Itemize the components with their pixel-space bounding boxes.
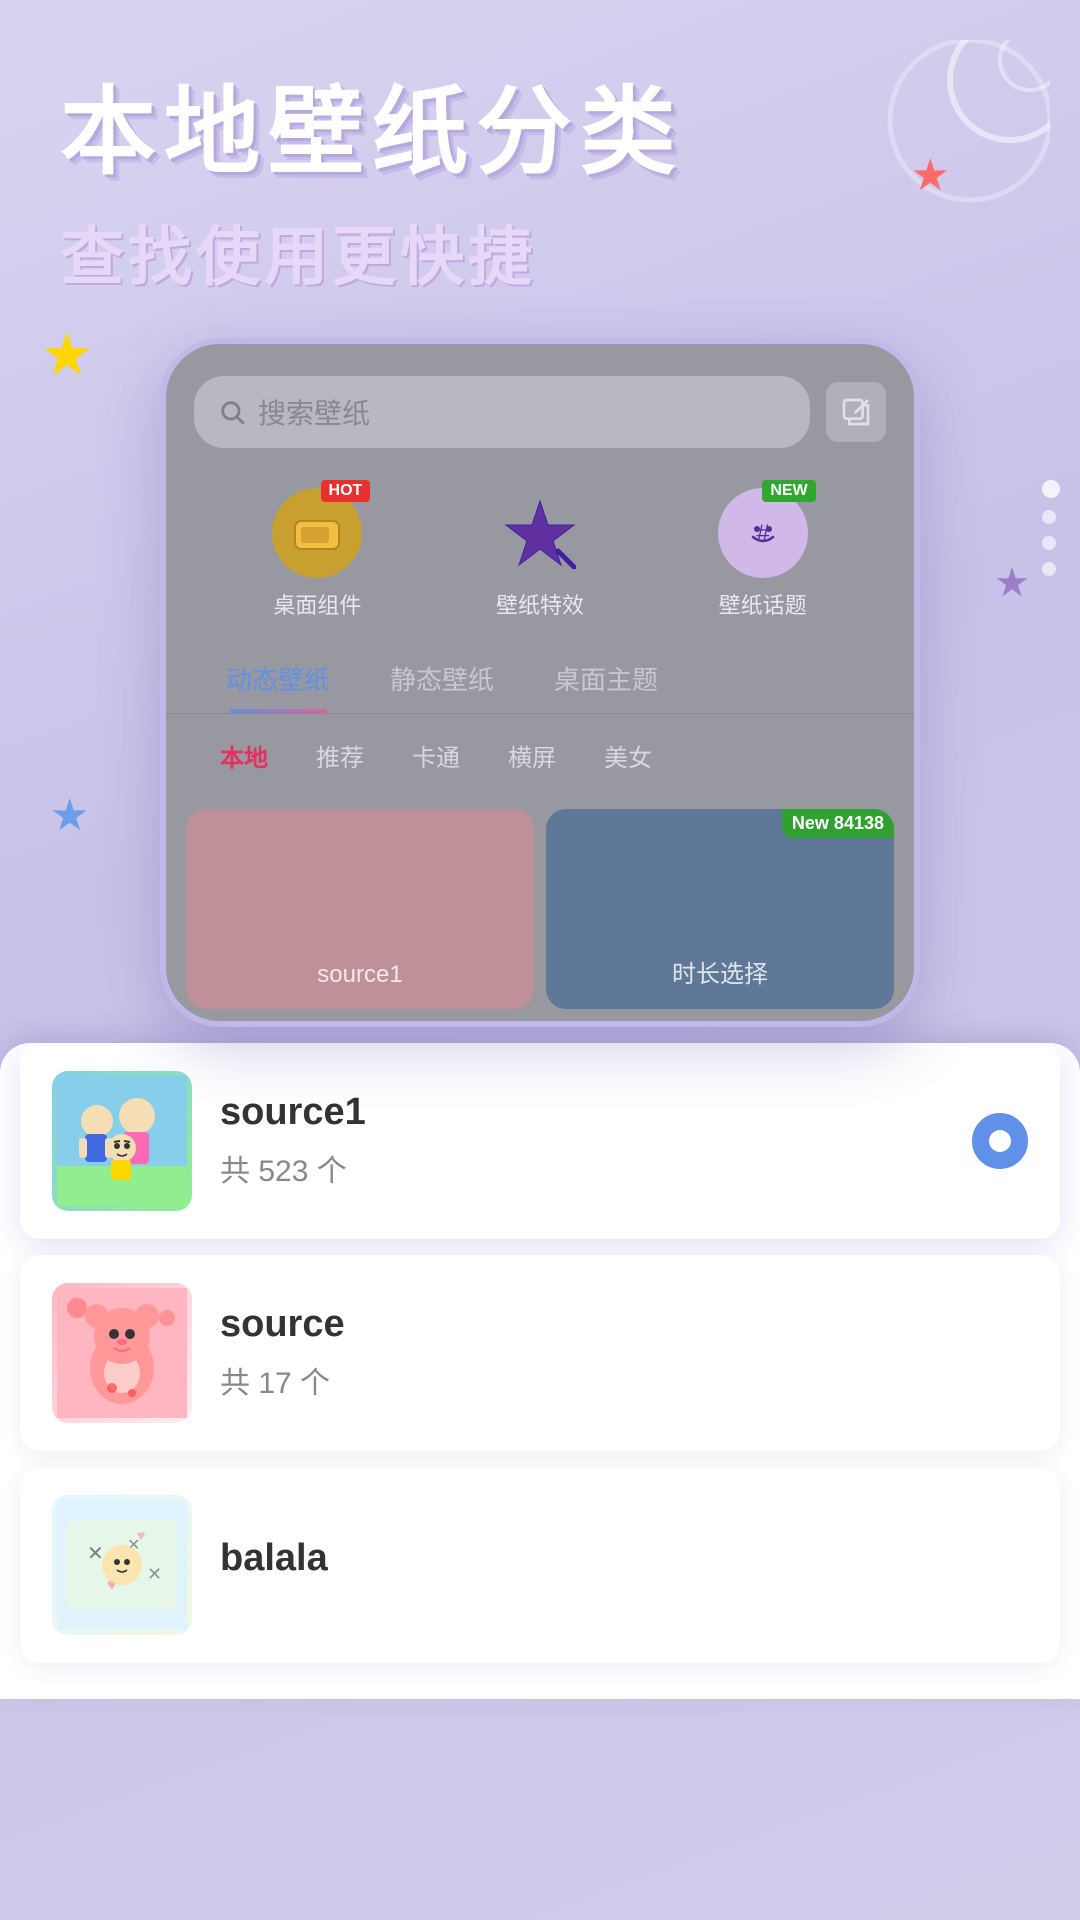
- subtab-local[interactable]: 本地: [196, 730, 292, 781]
- subtab-recommend[interactable]: 推荐: [292, 730, 388, 781]
- subtab-landscape[interactable]: 横屏: [484, 730, 580, 781]
- lotso-illustration: [57, 1288, 187, 1418]
- search-placeholder: 搜索壁纸: [258, 392, 370, 432]
- feature-desktop-widgets[interactable]: HOT 桌面组件: [272, 488, 362, 620]
- radio-inner: [989, 1130, 1011, 1152]
- balala-thumb-wrap: ✕ ✕ ✕ ♥ ♥: [52, 1495, 192, 1635]
- source1-name: source1: [220, 1091, 944, 1134]
- svg-text:♥: ♥: [137, 1527, 145, 1543]
- star-purple: ★: [994, 560, 1030, 606]
- source-info: source 共 17 个: [220, 1303, 1028, 1402]
- balala-info: balala: [220, 1537, 1028, 1592]
- sub-title: 查找使用更快捷: [60, 206, 1020, 298]
- star-blue: ★: [50, 790, 89, 841]
- feature-icon-topics: NEW #: [718, 488, 808, 578]
- shinchan-illustration: [57, 1076, 187, 1206]
- main-title: 本地壁纸分类: [60, 80, 1020, 186]
- tab-dynamic[interactable]: 动态壁纸: [196, 644, 360, 713]
- export-icon: [840, 396, 872, 428]
- feature-wallpaper-effects[interactable]: 壁纸特效: [495, 488, 585, 620]
- feature-icon-effects: [495, 488, 585, 578]
- source-count: 共 17 个: [220, 1358, 1028, 1402]
- source1-info: source1 共 523 个: [220, 1091, 944, 1190]
- star-yellow: ★: [40, 320, 94, 390]
- effects-icon: [504, 497, 576, 569]
- svg-text:✕: ✕: [87, 1543, 104, 1565]
- source-item-source[interactable]: source 共 17 个: [20, 1255, 1060, 1451]
- subtab-row: 本地 推荐 卡通 横屏 美女: [166, 714, 914, 797]
- balala-name: balala: [220, 1537, 1028, 1580]
- new-badge: NEW: [762, 480, 815, 502]
- source1-radio[interactable]: [972, 1113, 1028, 1169]
- subtab-beauty[interactable]: 美女: [580, 730, 676, 781]
- tab-row: 动态壁纸 静态壁纸 桌面主题: [166, 644, 914, 714]
- hot-badge: HOT: [321, 480, 371, 502]
- source1-count: 共 523 个: [220, 1146, 944, 1190]
- topics-icon: #: [735, 505, 791, 561]
- source-item-balala[interactable]: ✕ ✕ ✕ ♥ ♥ balala: [20, 1467, 1060, 1663]
- source-list: source1 共 523 个: [0, 1043, 1080, 1699]
- feature-label-desktop: 桌面组件: [273, 588, 361, 620]
- grid-card-label-duration: 时长选择: [672, 954, 768, 989]
- new-badge-grid: New 84138: [782, 809, 894, 838]
- feature-label-effects: 壁纸特效: [496, 588, 584, 620]
- phone-mockup: 搜索壁纸 HOT 桌面组件: [160, 338, 920, 1027]
- source-name: source: [220, 1303, 1028, 1346]
- export-button[interactable]: [826, 382, 886, 442]
- grid-card-label-source1: source1: [317, 961, 402, 989]
- search-bar[interactable]: 搜索壁纸: [194, 376, 810, 448]
- star-red: ★: [911, 150, 950, 201]
- feature-icon-desktop: HOT: [272, 488, 362, 578]
- widget-icon: [293, 515, 341, 551]
- feature-label-topics: 壁纸话题: [719, 588, 807, 620]
- subtab-cartoon[interactable]: 卡通: [388, 730, 484, 781]
- search-icon: [218, 398, 246, 426]
- title-section: 本地壁纸分类 查找使用更快捷: [0, 0, 1080, 298]
- balala-illustration: ✕ ✕ ✕ ♥ ♥: [57, 1500, 187, 1630]
- feature-wallpaper-topics[interactable]: NEW # 壁纸话题: [718, 488, 808, 620]
- dot-decoration: [1042, 480, 1060, 576]
- svg-text:#: #: [756, 520, 770, 547]
- source1-thumb: [52, 1071, 192, 1211]
- content-grid: source1 New 84138 时长选择: [166, 797, 914, 1021]
- search-bar-wrap: 搜索壁纸: [166, 344, 914, 468]
- tab-themes[interactable]: 桌面主题: [524, 644, 688, 713]
- svg-text:✕: ✕: [147, 1564, 162, 1584]
- tab-static[interactable]: 静态壁纸: [360, 644, 524, 713]
- grid-card-duration[interactable]: New 84138 时长选择: [546, 809, 894, 1009]
- source-item-source1[interactable]: source1 共 523 个: [20, 1043, 1060, 1239]
- source-thumb: [52, 1283, 192, 1423]
- feature-row: HOT 桌面组件 壁纸特效 NEW: [166, 468, 914, 644]
- grid-card-source1[interactable]: source1: [186, 809, 534, 1009]
